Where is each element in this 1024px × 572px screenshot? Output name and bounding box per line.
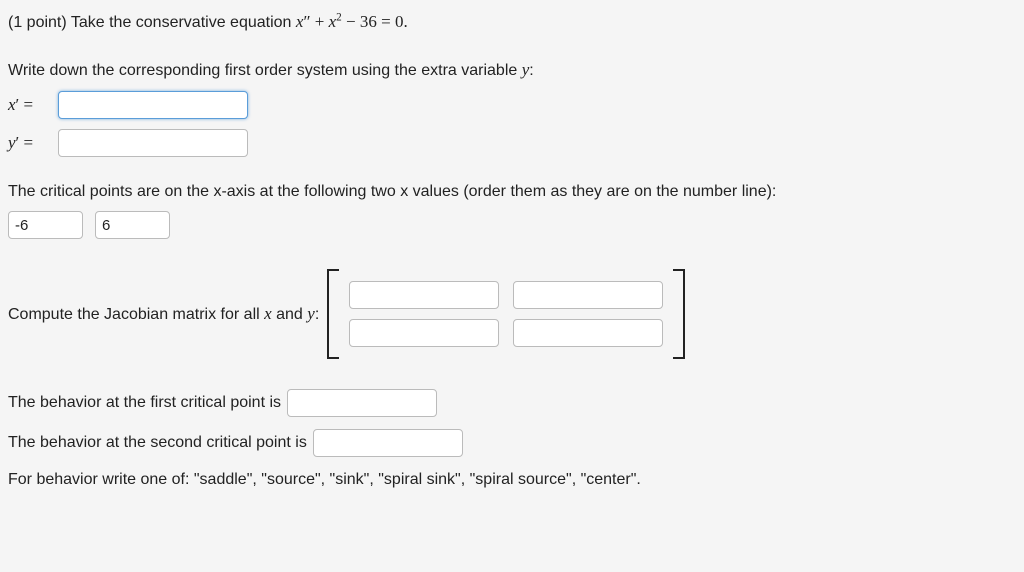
jacobian-r1c1-input[interactable] — [349, 281, 499, 309]
yprime-input[interactable] — [58, 129, 248, 157]
system-colon: : — [529, 62, 533, 79]
jacobian-r2c2-input[interactable] — [513, 319, 663, 347]
behavior-1-input[interactable] — [287, 389, 437, 417]
eq-minus36: − 36 = 0. — [342, 12, 408, 31]
eq-plus: + — [311, 12, 329, 31]
eq-dblprime: ″ — [303, 12, 310, 31]
critical-prompt: The critical points are on the x-axis at… — [8, 181, 1016, 203]
behavior-2-input[interactable] — [313, 429, 463, 457]
xprime-label: x′ = — [8, 95, 48, 115]
jacobian-text-a: Compute the Jacobian matrix for all — [8, 306, 264, 323]
behavior-1-label: The behavior at the first critical point… — [8, 394, 281, 412]
behavior-hint: For behavior write one of: "saddle", "so… — [8, 469, 1016, 491]
jacobian-y: y — [307, 304, 315, 323]
yprime-eq: = — [19, 133, 33, 152]
matrix-left-bracket — [327, 269, 339, 359]
jacobian-x: x — [264, 304, 272, 323]
yprime-row: y′ = — [8, 129, 1016, 157]
problem-intro: (1 point) Take the conservative equation… — [8, 10, 1016, 34]
jacobian-colon: : — [315, 306, 319, 323]
xprime-row: x′ = — [8, 91, 1016, 119]
jacobian-r2c1-input[interactable] — [349, 319, 499, 347]
jacobian-label: Compute the Jacobian matrix for all x an… — [8, 304, 319, 324]
jacobian-r1c2-input[interactable] — [513, 281, 663, 309]
jacobian-row: Compute the Jacobian matrix for all x an… — [8, 269, 1016, 359]
matrix-grid — [339, 273, 673, 355]
critical-point-2-input[interactable] — [95, 211, 170, 239]
matrix-right-bracket — [673, 269, 685, 359]
system-prompt-line: Write down the corresponding first order… — [8, 58, 1016, 82]
jacobian-matrix — [327, 269, 685, 359]
yprime-label: y′ = — [8, 133, 48, 153]
behavior-2-row: The behavior at the second critical poin… — [8, 429, 1016, 457]
xprime-input[interactable] — [58, 91, 248, 119]
system-prompt: Write down the corresponding first order… — [8, 62, 522, 79]
xprime-eq: = — [19, 95, 33, 114]
intro-text: (1 point) Take the conservative equation — [8, 14, 296, 31]
behavior-1-row: The behavior at the first critical point… — [8, 389, 1016, 417]
critical-points-row — [8, 211, 1016, 239]
behavior-2-label: The behavior at the second critical poin… — [8, 434, 307, 452]
yprime-y: y — [8, 133, 16, 152]
xprime-x: x — [8, 95, 16, 114]
critical-point-1-input[interactable] — [8, 211, 83, 239]
jacobian-text-b: and — [272, 306, 308, 323]
